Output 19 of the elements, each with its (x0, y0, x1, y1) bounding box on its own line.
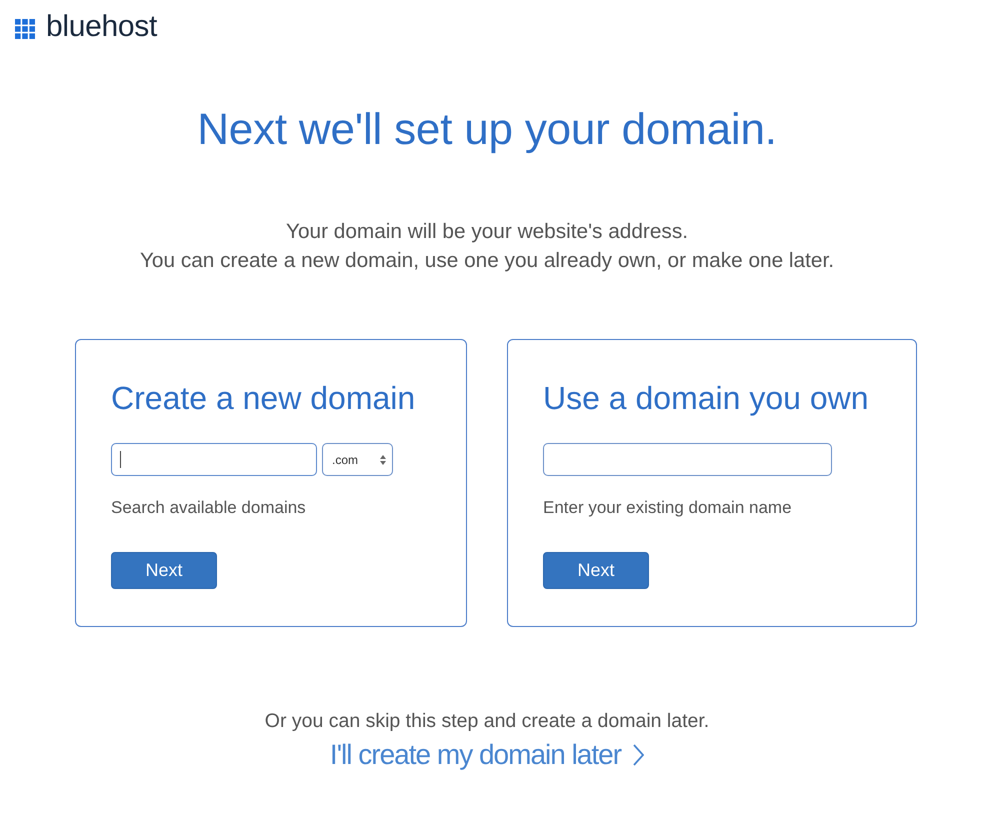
up-down-arrows-icon (380, 454, 386, 464)
field-hint: Enter your existing domain name (543, 497, 792, 519)
logo-wordmark: bluehost (46, 12, 158, 42)
domain-name-field[interactable] (543, 443, 832, 476)
intro-text: Your domain will be your website's address. (286, 220, 688, 243)
create-later-link[interactable]: I'll create my domain later (330, 738, 644, 772)
skip-text: Or you can skip this step and create a domain later. (264, 709, 710, 733)
domain-search-field[interactable] (111, 443, 317, 476)
chevron-right-icon (633, 744, 644, 766)
next-button[interactable]: Next (111, 552, 217, 589)
domain-extension-select[interactable]: .com (322, 443, 393, 476)
intro-text: You can create a new domain, use one you already own, or make one later. (140, 249, 834, 272)
card-heading: Use a domain you own (543, 379, 869, 418)
logo-grid-icon (15, 19, 35, 39)
text-cursor (120, 451, 121, 468)
field-hint: Search available domains (111, 497, 306, 519)
next-button[interactable]: Next (543, 552, 649, 589)
card-heading: Create a new domain (111, 379, 416, 418)
page-heading: Next we'll set up your domain. (197, 104, 777, 156)
